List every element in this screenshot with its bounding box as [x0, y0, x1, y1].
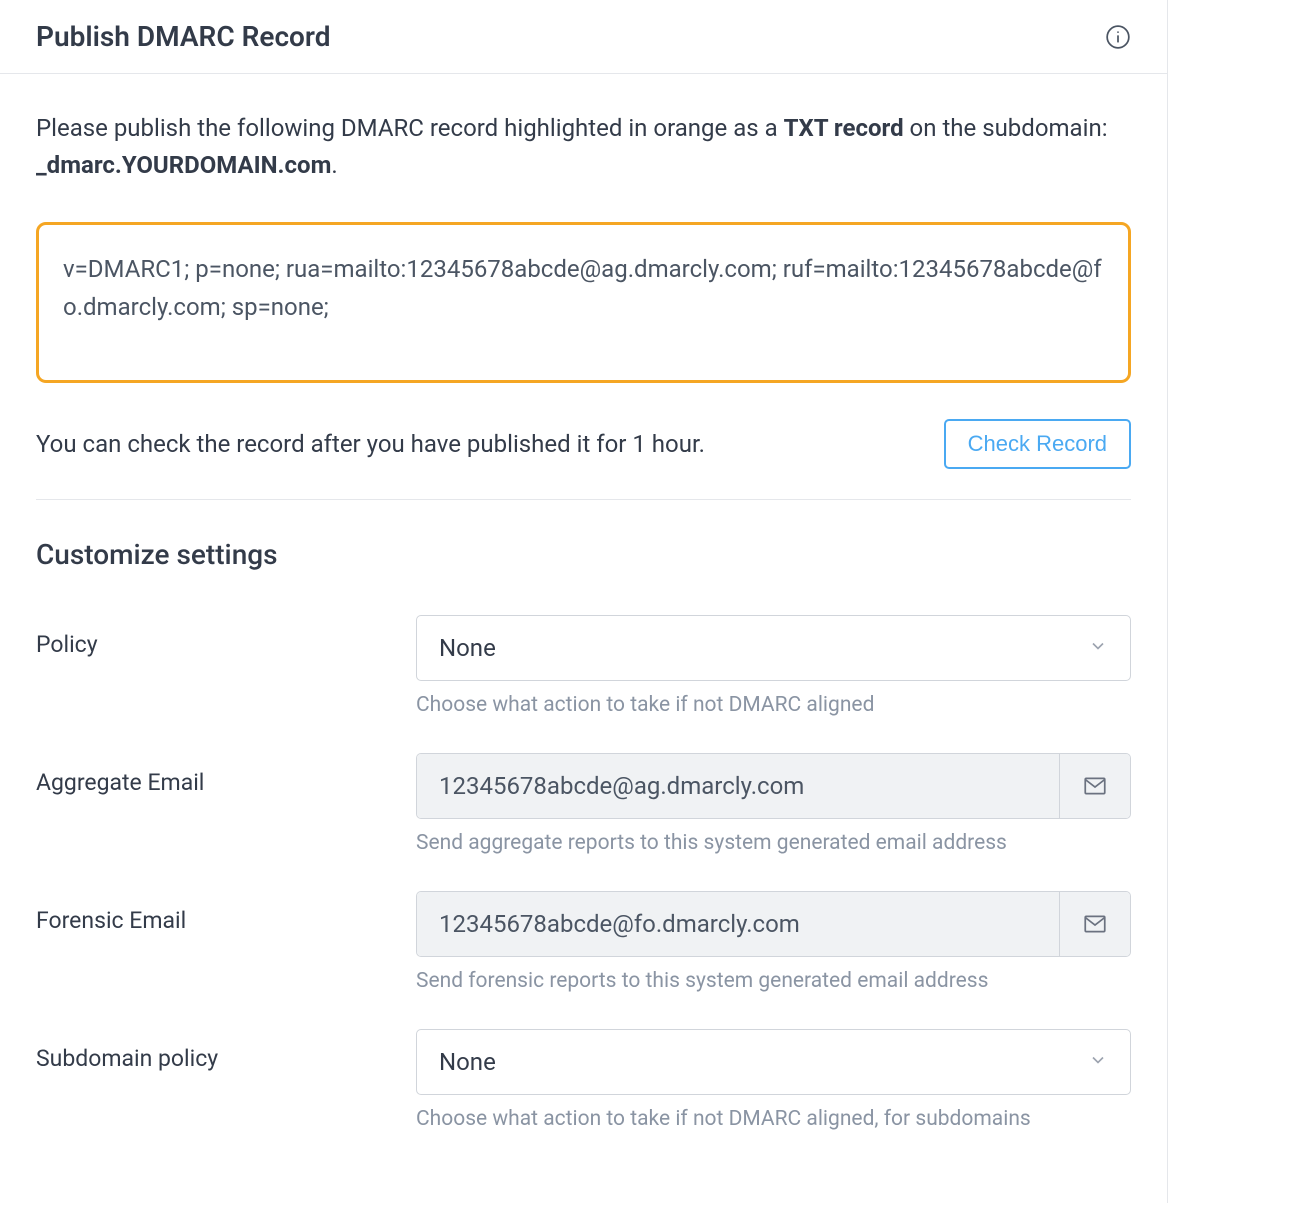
- check-record-button[interactable]: Check Record: [944, 419, 1131, 469]
- divider: [36, 499, 1131, 500]
- publish-dmarc-card: Publish DMARC Record Please publish the …: [0, 0, 1168, 1203]
- subdomain-policy-value: None: [439, 1048, 496, 1076]
- subdomain-policy-label: Subdomain policy: [36, 1029, 416, 1072]
- dmarc-record-box[interactable]: v=DMARC1; p=none; rua=mailto:12345678abc…: [36, 222, 1131, 382]
- subdomain-policy-control: None Choose what action to take if not D…: [416, 1029, 1131, 1131]
- aggregate-email-row: Aggregate Email 12345678abcde@ag.dmarcly…: [36, 753, 1131, 855]
- forensic-email-row: Forensic Email 12345678abcde@fo.dmarcly.…: [36, 891, 1131, 993]
- subdomain-policy-row: Subdomain policy None Choose what action…: [36, 1029, 1131, 1131]
- policy-value: None: [439, 634, 496, 662]
- intro-part2: on the subdomain:: [904, 114, 1108, 142]
- card-header: Publish DMARC Record: [0, 0, 1167, 74]
- aggregate-email-control: 12345678abcde@ag.dmarcly.com Send aggreg…: [416, 753, 1131, 855]
- intro-bold2: _dmarc.YOURDOMAIN.com: [36, 151, 331, 179]
- card-body: Please publish the following DMARC recor…: [0, 74, 1167, 1203]
- intro-part1: Please publish the following DMARC recor…: [36, 114, 784, 142]
- intro-text: Please publish the following DMARC recor…: [36, 110, 1131, 184]
- dmarc-record-value: v=DMARC1; p=none; rua=mailto:12345678abc…: [63, 255, 1102, 320]
- forensic-email-label: Forensic Email: [36, 891, 416, 934]
- policy-help: Choose what action to take if not DMARC …: [416, 693, 1131, 717]
- subdomain-policy-help: Choose what action to take if not DMARC …: [416, 1107, 1131, 1131]
- policy-select[interactable]: None: [416, 615, 1131, 681]
- chevron-down-icon: [1088, 1048, 1108, 1076]
- aggregate-email-label: Aggregate Email: [36, 753, 416, 796]
- intro-bold1: TXT record: [784, 114, 904, 142]
- check-row: You can check the record after you have …: [36, 419, 1131, 469]
- forensic-email-field[interactable]: 12345678abcde@fo.dmarcly.com: [417, 892, 1060, 956]
- aggregate-email-input-group: 12345678abcde@ag.dmarcly.com: [416, 753, 1131, 819]
- policy-row: Policy None Choose what action to take i…: [36, 615, 1131, 717]
- aggregate-email-help: Send aggregate reports to this system ge…: [416, 831, 1131, 855]
- aggregate-email-field[interactable]: 12345678abcde@ag.dmarcly.com: [417, 754, 1060, 818]
- intro-part3: .: [331, 151, 337, 179]
- customize-settings-title: Customize settings: [36, 538, 1131, 571]
- forensic-email-control: 12345678abcde@fo.dmarcly.com Send forens…: [416, 891, 1131, 993]
- card-title: Publish DMARC Record: [36, 20, 330, 53]
- chevron-down-icon: [1088, 634, 1108, 662]
- forensic-email-help: Send forensic reports to this system gen…: [416, 969, 1131, 993]
- subdomain-policy-select[interactable]: None: [416, 1029, 1131, 1095]
- envelope-icon[interactable]: [1060, 892, 1130, 956]
- envelope-icon[interactable]: [1060, 754, 1130, 818]
- check-text: You can check the record after you have …: [36, 430, 705, 458]
- policy-control: None Choose what action to take if not D…: [416, 615, 1131, 717]
- info-icon[interactable]: [1105, 24, 1131, 50]
- policy-label: Policy: [36, 615, 416, 658]
- forensic-email-input-group: 12345678abcde@fo.dmarcly.com: [416, 891, 1131, 957]
